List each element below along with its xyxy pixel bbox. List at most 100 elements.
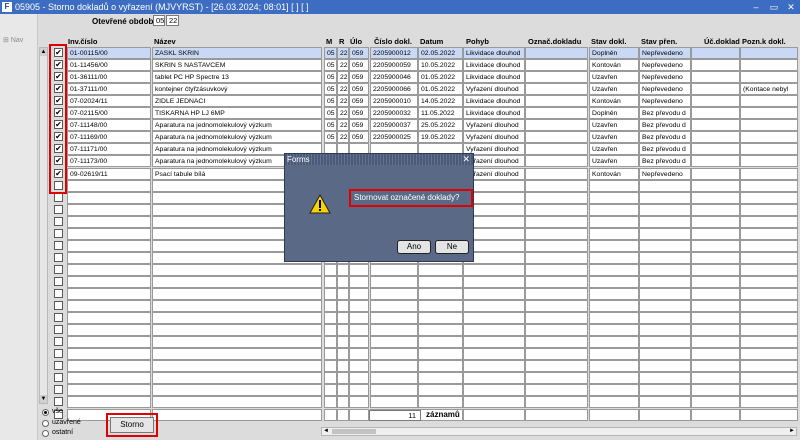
cell-r[interactable]	[337, 264, 349, 276]
cell-pohyb[interactable]	[463, 276, 525, 288]
cell-m[interactable]	[324, 384, 337, 396]
cell-ucdoklad[interactable]	[691, 228, 740, 240]
cell-stavpren[interactable]	[639, 264, 691, 276]
cell-ucdoklad[interactable]	[691, 348, 740, 360]
cell-stavpren[interactable]: Nepřevedeno	[639, 59, 691, 71]
cell-pozn[interactable]	[740, 360, 798, 372]
cell-oznac[interactable]	[525, 168, 588, 180]
cell-r[interactable]	[337, 312, 349, 324]
cell-r[interactable]: 22	[337, 119, 349, 131]
cell-datum[interactable]: 01.05.2022	[418, 71, 463, 83]
cell-datum[interactable]	[418, 312, 463, 324]
cell-pohyb[interactable]	[463, 324, 525, 336]
cell-oznac[interactable]	[525, 204, 588, 216]
cell-ucdoklad[interactable]	[691, 131, 740, 143]
cell-ucdoklad[interactable]	[691, 324, 740, 336]
cell-nazev[interactable]	[152, 360, 322, 372]
row-checkbox[interactable]	[54, 385, 63, 394]
cell-m[interactable]	[324, 372, 337, 384]
cell-pozn[interactable]	[740, 71, 798, 83]
cell-pozn[interactable]	[740, 384, 798, 396]
row-checkbox[interactable]	[54, 205, 63, 214]
cell-oznac[interactable]	[525, 288, 588, 300]
cell-m[interactable]: 05	[324, 59, 337, 71]
cell-pozn[interactable]	[740, 47, 798, 59]
cell-inv[interactable]	[67, 228, 151, 240]
cell-nazev[interactable]	[152, 324, 322, 336]
cell-inv[interactable]	[67, 324, 151, 336]
cell-oznac[interactable]	[525, 180, 588, 192]
cell-stav[interactable]	[589, 192, 639, 204]
cell-ulo[interactable]	[349, 360, 369, 372]
cell-ulo[interactable]: 059	[349, 95, 369, 107]
cell-ulo[interactable]	[349, 348, 369, 360]
cell-cislo[interactable]	[370, 348, 418, 360]
minimize-button[interactable]: –	[748, 0, 764, 14]
cell-nazev[interactable]: kontejner čtyřzásuvkový	[152, 83, 322, 95]
cell-ucdoklad[interactable]	[691, 119, 740, 131]
cell-stav[interactable]: Kontován	[589, 59, 639, 71]
cell-inv[interactable]	[67, 348, 151, 360]
cell-stavpren[interactable]	[639, 276, 691, 288]
period-year-field[interactable]: 22	[166, 15, 179, 26]
cell-ucdoklad[interactable]	[691, 288, 740, 300]
row-checkbox[interactable]	[54, 349, 63, 358]
cell-stav[interactable]: Uzavřen	[589, 71, 639, 83]
cell-pohyb[interactable]: Likvidace dlouhod	[463, 47, 525, 59]
cell-pohyb[interactable]	[463, 348, 525, 360]
cell-inv[interactable]: 01-11456/00	[67, 59, 151, 71]
cell-stav[interactable]	[589, 288, 639, 300]
cell-stavpren[interactable]	[639, 300, 691, 312]
cell-pohyb[interactable]: Vyřazení dlouhod	[463, 131, 525, 143]
cell-ulo[interactable]	[349, 372, 369, 384]
cell-cislo[interactable]: 2205900059	[370, 59, 418, 71]
cell-pozn[interactable]	[740, 95, 798, 107]
cell-pohyb[interactable]: Likvidace dlouhod	[463, 71, 525, 83]
cell-m[interactable]: 05	[324, 95, 337, 107]
cell-m[interactable]	[324, 409, 337, 421]
cell-ulo[interactable]	[349, 336, 369, 348]
cell-m[interactable]	[324, 360, 337, 372]
cell-r[interactable]: 22	[337, 47, 349, 59]
cell-inv[interactable]	[67, 216, 151, 228]
cell-stav[interactable]	[589, 264, 639, 276]
cell-datum[interactable]	[418, 300, 463, 312]
cell-nazev[interactable]: Aparatura na jednomolekulový výzkum	[152, 131, 322, 143]
cell-r[interactable]	[337, 409, 349, 421]
cell-nazev[interactable]	[152, 372, 322, 384]
cell-datum[interactable]	[418, 324, 463, 336]
cell-ucdoklad[interactable]	[691, 312, 740, 324]
row-checkbox[interactable]	[54, 313, 63, 322]
cell-pohyb[interactable]: Likvidace dlouhod	[463, 95, 525, 107]
cell-stav[interactable]	[589, 228, 639, 240]
cell-oznac[interactable]	[525, 95, 588, 107]
cell-pohyb[interactable]	[463, 372, 525, 384]
cell-r[interactable]: 22	[337, 107, 349, 119]
cell-ulo[interactable]	[349, 288, 369, 300]
row-checkbox[interactable]	[54, 325, 63, 334]
cell-stav[interactable]	[589, 396, 639, 408]
cell-oznac[interactable]	[525, 348, 588, 360]
cell-ulo[interactable]	[349, 276, 369, 288]
cell-stavpren[interactable]: Bez převodu d	[639, 107, 691, 119]
cell-ucdoklad[interactable]	[691, 71, 740, 83]
cell-oznac[interactable]	[525, 192, 588, 204]
cell-stav[interactable]	[589, 276, 639, 288]
cell-oznac[interactable]	[525, 216, 588, 228]
cell-stav[interactable]: Uzavřen	[589, 131, 639, 143]
cell-inv[interactable]: 09-02619/11	[67, 168, 151, 180]
cell-pozn[interactable]	[740, 288, 798, 300]
filter-radio-ostatni[interactable]	[42, 430, 49, 437]
cell-m[interactable]: 05	[324, 71, 337, 83]
row-checkbox[interactable]	[54, 217, 63, 226]
cell-stav[interactable]	[589, 240, 639, 252]
cell-stavpren[interactable]: Nepřevedeno	[639, 83, 691, 95]
cell-ucdoklad[interactable]	[691, 47, 740, 59]
cell-stav[interactable]	[589, 348, 639, 360]
cell-stavpren[interactable]	[639, 372, 691, 384]
cell-ucdoklad[interactable]	[691, 336, 740, 348]
cell-pozn[interactable]	[740, 168, 798, 180]
cell-oznac[interactable]	[525, 240, 588, 252]
cell-datum[interactable]	[418, 264, 463, 276]
cell-stav[interactable]: Uzavřen	[589, 83, 639, 95]
